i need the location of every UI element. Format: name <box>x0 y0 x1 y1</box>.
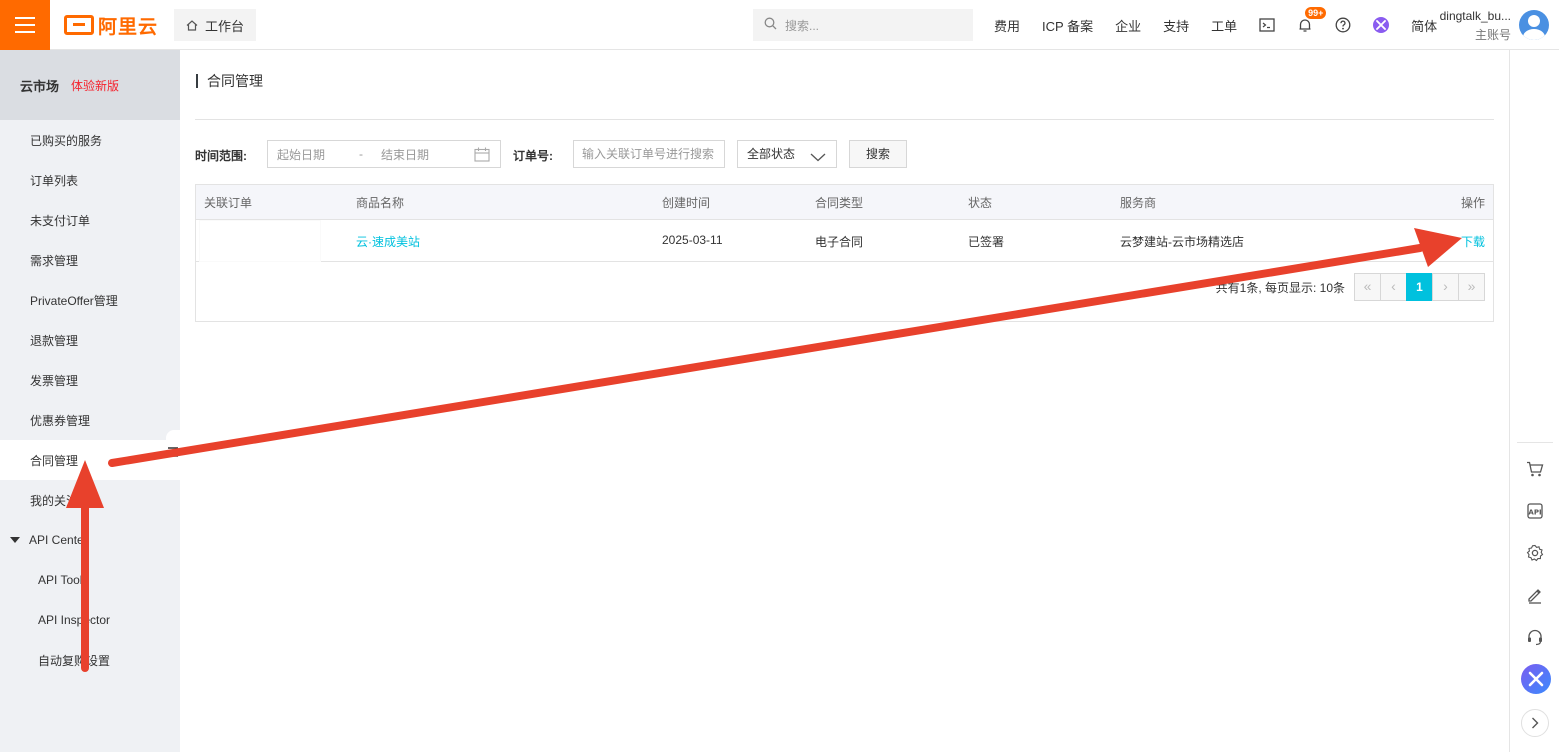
created-date: 2025-03-11 <box>662 233 723 247</box>
product-link[interactable]: 云·速成美站 <box>356 233 420 250</box>
next-page-button[interactable]: › <box>1432 273 1459 301</box>
table-header: 关联订单 商品名称 创建时间 合同类型 状态 服务商 操作 <box>196 185 1493 220</box>
table-row: 云·速成美站 2025-03-11 电子合同 已签署 云梦建站-云市场精选店 下… <box>196 220 1493 262</box>
ai-assistant-icon[interactable] <box>1373 17 1390 33</box>
order-number-label: 订单号: <box>513 149 553 163</box>
menu-icon[interactable] <box>0 0 50 50</box>
aliyun-logo-mark <box>64 15 94 35</box>
global-search-input[interactable]: 搜索... <box>753 9 973 41</box>
sidebar-item-unpaid-orders[interactable]: 未支付订单 <box>0 200 180 240</box>
contracts-table: 关联订单 商品名称 创建时间 合同类型 状态 服务商 操作 云·速成美站 202… <box>195 184 1494 322</box>
sidebar-item-contracts[interactable]: 合同管理 <box>0 440 180 480</box>
collapse-icon <box>168 447 178 457</box>
end-date-field[interactable]: 结束日期 <box>381 146 473 163</box>
filter-bar: 时间范围: 起始日期 - 结束日期 订单号: 输入关联订单号进行搜索 全部状态 … <box>195 140 1494 168</box>
col-vendor: 服务商 <box>1120 196 1157 210</box>
expand-right-icon[interactable] <box>1521 709 1549 737</box>
col-order: 关联订单 <box>204 196 253 210</box>
col-type: 合同类型 <box>815 196 864 210</box>
settings-icon[interactable] <box>1524 542 1546 564</box>
caret-down-icon <box>10 537 20 543</box>
sidebar-item-coupons[interactable]: 优惠券管理 <box>0 400 180 440</box>
pagination-info: 共有1条, 每页显示: 10条 <box>1215 280 1345 295</box>
status-select-value: 全部状态 <box>747 147 796 161</box>
order-number-input[interactable]: 输入关联订单号进行搜索 <box>573 140 725 168</box>
vendor-name: 云梦建站-云市场精选店 <box>1120 235 1244 249</box>
notification-badge: 99+ <box>1305 7 1327 19</box>
sidebar-collapse-handle[interactable] <box>166 430 180 474</box>
date-separator: - <box>359 147 363 161</box>
sidebar-item-private-offer[interactable]: PrivateOffer管理 <box>0 280 180 320</box>
last-page-button[interactable]: » <box>1458 273 1485 301</box>
divider <box>1517 442 1553 443</box>
time-range-label: 时间范围: <box>195 149 247 163</box>
nav-enterprise[interactable]: 企业 <box>1115 16 1141 35</box>
aliyun-logo[interactable]: 阿里云 <box>64 14 159 38</box>
search-button[interactable]: 搜索 <box>849 140 907 168</box>
avatar[interactable] <box>1519 10 1549 40</box>
workbench-label: 工作台 <box>205 18 245 34</box>
sidebar-item-orders[interactable]: 订单列表 <box>0 160 180 200</box>
pagination: 共有1条, 每页显示: 10条 « ‹ 1 › » <box>1216 273 1485 301</box>
ai-assistant-icon[interactable] <box>1521 664 1551 694</box>
account-menu[interactable]: dingtalk_bu... 主账号 <box>1431 9 1511 43</box>
order-id-cell <box>199 220 321 262</box>
status-select[interactable]: 全部状态 <box>737 140 837 168</box>
divider <box>195 119 1494 120</box>
nav-ticket[interactable]: 工单 <box>1211 16 1237 35</box>
nav-support[interactable]: 支持 <box>1163 16 1189 35</box>
contract-type: 电子合同 <box>815 235 864 249</box>
page-1-button[interactable]: 1 <box>1406 273 1433 301</box>
sidebar-group-api-center[interactable]: API Center <box>0 520 180 560</box>
top-navigation-bar: 阿里云 工作台 搜索... 费用 ICP 备案 企业 支持 工单 99+ 简体 <box>0 0 1559 50</box>
calendar-icon[interactable] <box>474 147 490 165</box>
sidebar-item-auto-repurchase[interactable]: 自动复购设置 <box>0 640 180 680</box>
col-status: 状态 <box>968 196 993 210</box>
main-content: 合同管理 时间范围: 起始日期 - 结束日期 订单号: 输入关联订单号进行搜索 … <box>180 50 1509 752</box>
nav-fees[interactable]: 费用 <box>994 16 1020 35</box>
account-name: dingtalk_bu... <box>1439 9 1511 23</box>
top-nav-links: 费用 ICP 备案 企业 支持 工单 99+ 简体 <box>994 0 1457 50</box>
page-title: 合同管理 <box>196 74 263 88</box>
terminal-icon[interactable] <box>1259 17 1275 33</box>
start-date-field[interactable]: 起始日期 <box>277 146 359 163</box>
try-new-version-link[interactable]: 体验新版 <box>71 77 119 94</box>
col-created: 创建时间 <box>662 196 711 210</box>
sidebar-group-label: API Center <box>29 533 88 547</box>
sidebar-title[interactable]: 云市场 <box>20 76 59 95</box>
prev-page-button[interactable]: ‹ <box>1380 273 1407 301</box>
chevron-down-icon <box>810 147 826 173</box>
svg-text:API: API <box>1528 509 1541 517</box>
workbench-button[interactable]: 工作台 <box>174 9 256 41</box>
date-range-picker[interactable]: 起始日期 - 结束日期 <box>267 140 501 168</box>
api-icon[interactable]: API <box>1524 500 1546 522</box>
headset-icon[interactable] <box>1524 626 1546 648</box>
home-icon <box>186 19 198 31</box>
edit-icon[interactable] <box>1524 584 1546 606</box>
sidebar-item-api-inspector[interactable]: API Inspector <box>0 600 180 640</box>
sidebar-item-invoices[interactable]: 发票管理 <box>0 360 180 400</box>
sidebar-item-demand-management[interactable]: 需求管理 <box>0 240 180 280</box>
sidebar: 云市场 体验新版 已购买的服务 订单列表 未支付订单 需求管理 PrivateO… <box>0 50 180 752</box>
sidebar-item-favorites[interactable]: 我的关注 <box>0 480 180 520</box>
sidebar-item-api-tool[interactable]: API Tool <box>0 560 180 600</box>
col-product: 商品名称 <box>356 196 405 210</box>
col-action: 操作 <box>1460 196 1485 210</box>
account-role: 主账号 <box>1474 28 1511 42</box>
search-icon <box>764 17 777 33</box>
sidebar-item-purchased-services[interactable]: 已购买的服务 <box>0 120 180 160</box>
cart-icon[interactable] <box>1524 458 1546 480</box>
sidebar-item-refunds[interactable]: 退款管理 <box>0 320 180 360</box>
nav-icp[interactable]: ICP 备案 <box>1042 16 1093 35</box>
sidebar-header: 云市场 体验新版 <box>0 50 180 120</box>
bell-icon[interactable]: 99+ <box>1297 7 1327 33</box>
help-icon[interactable] <box>1335 17 1351 33</box>
logo-text: 阿里云 <box>98 16 159 38</box>
first-page-button[interactable]: « <box>1354 273 1381 301</box>
download-link[interactable]: 下载 <box>1461 233 1485 250</box>
contract-status: 已签署 <box>968 235 1005 249</box>
search-placeholder: 搜索... <box>785 18 820 33</box>
right-toolbar: API <box>1509 50 1559 752</box>
